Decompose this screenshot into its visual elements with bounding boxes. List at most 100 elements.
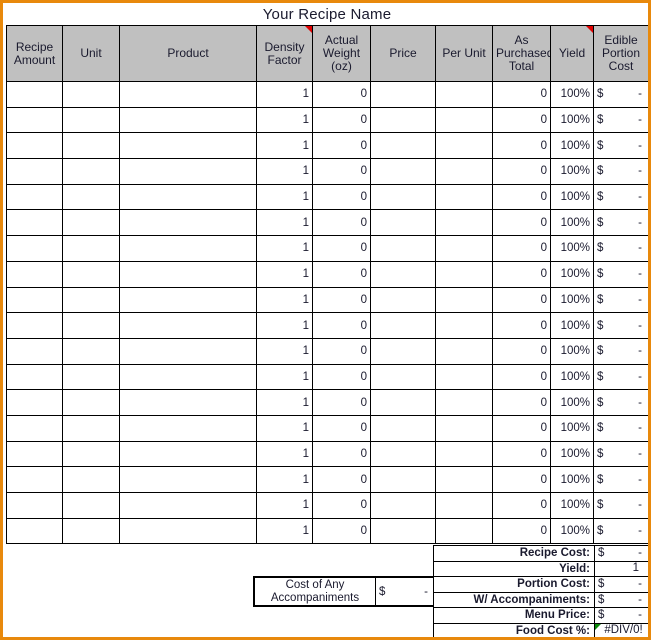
cell-product[interactable] (119, 440, 257, 468)
cell-unit[interactable] (62, 440, 120, 468)
cell-price[interactable] (370, 363, 436, 391)
cell-recipe-amount[interactable] (6, 260, 63, 288)
cell-price[interactable] (370, 414, 436, 442)
cell-yield[interactable]: 100% (550, 414, 594, 442)
cell-edible-portion-cost[interactable]: $ - (593, 492, 648, 519)
cell-product[interactable] (119, 81, 257, 108)
cell-actual-weight[interactable]: 0 (312, 209, 371, 237)
cell-density-factor[interactable]: 1 (256, 286, 313, 314)
cell-recipe-amount[interactable] (6, 158, 63, 185)
cell-unit[interactable] (62, 466, 120, 493)
cell-unit[interactable] (62, 209, 120, 237)
cell-yield[interactable]: 100% (550, 132, 594, 160)
column-header-edible-portion-cost[interactable]: Edible Portion Cost (593, 25, 648, 82)
cell-product[interactable] (119, 158, 257, 185)
cell-per-unit[interactable] (435, 492, 493, 519)
column-header-price[interactable]: Price (370, 25, 436, 82)
column-header-recipe-amount[interactable]: Recipe Amount (6, 25, 63, 82)
cell-per-unit[interactable] (435, 286, 493, 314)
cell-density-factor[interactable]: 1 (256, 81, 313, 108)
cell-unit[interactable] (62, 235, 120, 262)
cell-price[interactable] (370, 440, 436, 468)
cell-unit[interactable] (62, 492, 120, 519)
cell-product[interactable] (119, 286, 257, 314)
cell-price[interactable] (370, 517, 436, 545)
column-header-as-purchased-total[interactable]: As Purchased Total (492, 25, 551, 82)
cell-as-purchased-total[interactable]: 0 (492, 492, 551, 519)
cell-density-factor[interactable]: 1 (256, 517, 313, 545)
cell-actual-weight[interactable]: 0 (312, 363, 371, 391)
cell-product[interactable] (119, 414, 257, 442)
cell-edible-portion-cost[interactable]: $ - (593, 389, 648, 416)
cell-price[interactable] (370, 81, 436, 108)
cell-per-unit[interactable] (435, 81, 493, 108)
cell-recipe-amount[interactable] (6, 81, 63, 108)
cell-yield[interactable]: 100% (550, 158, 594, 185)
cell-product[interactable] (119, 492, 257, 519)
cell-actual-weight[interactable]: 0 (312, 414, 371, 442)
cell-product[interactable] (119, 260, 257, 288)
cell-edible-portion-cost[interactable]: $ - (593, 337, 648, 365)
cell-recipe-amount[interactable] (6, 183, 63, 211)
cell-per-unit[interactable] (435, 440, 493, 468)
cell-edible-portion-cost[interactable]: $ - (593, 286, 648, 314)
cell-product[interactable] (119, 337, 257, 365)
cell-recipe-amount[interactable] (6, 492, 63, 519)
cell-unit[interactable] (62, 183, 120, 211)
cell-per-unit[interactable] (435, 235, 493, 262)
column-header-density-factor[interactable]: Density Factor (256, 25, 313, 82)
cell-recipe-amount[interactable] (6, 389, 63, 416)
cell-edible-portion-cost[interactable]: $ - (593, 235, 648, 262)
summary-value-cell[interactable]: $ - (594, 607, 648, 624)
cell-recipe-amount[interactable] (6, 363, 63, 391)
cell-price[interactable] (370, 235, 436, 262)
cell-yield[interactable]: 100% (550, 183, 594, 211)
cell-yield[interactable]: 100% (550, 337, 594, 365)
formula-error-marker-icon[interactable] (595, 623, 601, 630)
column-header-unit[interactable]: Unit (62, 25, 120, 82)
cell-as-purchased-total[interactable]: 0 (492, 106, 551, 134)
cell-product[interactable] (119, 312, 257, 339)
cell-price[interactable] (370, 132, 436, 160)
cell-per-unit[interactable] (435, 106, 493, 134)
cell-price[interactable] (370, 286, 436, 314)
cell-per-unit[interactable] (435, 158, 493, 185)
cell-price[interactable] (370, 106, 436, 134)
cell-unit[interactable] (62, 260, 120, 288)
cell-density-factor[interactable]: 1 (256, 209, 313, 237)
cell-actual-weight[interactable]: 0 (312, 183, 371, 211)
cell-density-factor[interactable]: 1 (256, 466, 313, 493)
cell-product[interactable] (119, 183, 257, 211)
cell-as-purchased-total[interactable]: 0 (492, 132, 551, 160)
cell-actual-weight[interactable]: 0 (312, 158, 371, 185)
cell-density-factor[interactable]: 1 (256, 132, 313, 160)
cell-yield[interactable]: 100% (550, 363, 594, 391)
cell-as-purchased-total[interactable]: 0 (492, 363, 551, 391)
column-header-yield[interactable]: Yield (550, 25, 594, 82)
cell-actual-weight[interactable]: 0 (312, 286, 371, 314)
comment-marker-icon[interactable] (305, 26, 312, 33)
cell-price[interactable] (370, 312, 436, 339)
cell-yield[interactable]: 100% (550, 389, 594, 416)
cell-density-factor[interactable]: 1 (256, 312, 313, 339)
cell-actual-weight[interactable]: 0 (312, 389, 371, 416)
cell-actual-weight[interactable]: 0 (312, 81, 371, 108)
cell-edible-portion-cost[interactable]: $ - (593, 183, 648, 211)
cell-per-unit[interactable] (435, 337, 493, 365)
cell-recipe-amount[interactable] (6, 106, 63, 134)
cell-unit[interactable] (62, 337, 120, 365)
cell-unit[interactable] (62, 132, 120, 160)
cell-yield[interactable]: 100% (550, 492, 594, 519)
cell-density-factor[interactable]: 1 (256, 183, 313, 211)
cell-unit[interactable] (62, 517, 120, 545)
cell-yield[interactable]: 100% (550, 106, 594, 134)
cell-per-unit[interactable] (435, 183, 493, 211)
cell-product[interactable] (119, 363, 257, 391)
comment-marker-icon[interactable] (586, 26, 593, 33)
summary-value-cell[interactable]: $ - (594, 545, 648, 562)
cell-actual-weight[interactable]: 0 (312, 337, 371, 365)
cell-per-unit[interactable] (435, 260, 493, 288)
cell-actual-weight[interactable]: 0 (312, 260, 371, 288)
cell-product[interactable] (119, 466, 257, 493)
cell-actual-weight[interactable]: 0 (312, 132, 371, 160)
